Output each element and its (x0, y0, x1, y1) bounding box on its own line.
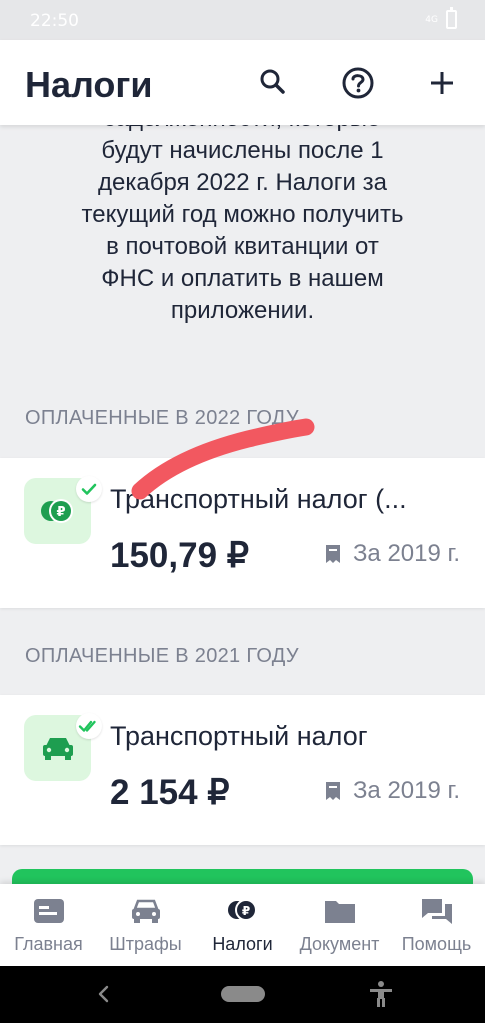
home-pill-button[interactable] (221, 986, 265, 1002)
info-line: будут начислены после 1 (101, 137, 384, 164)
tax-icon-tile (24, 713, 102, 781)
folder-icon (324, 901, 355, 923)
receipt-icon (325, 782, 340, 800)
svg-text:₽: ₽ (241, 904, 249, 918)
paid-badge (76, 476, 102, 502)
paid-badge (76, 713, 102, 739)
system-nav-bar (0, 966, 485, 1023)
nav-item-fines[interactable]: Штрафы (97, 884, 194, 966)
add-button[interactable] (421, 62, 463, 104)
help-button[interactable] (337, 62, 379, 104)
nav-label: Помощь (401, 934, 472, 954)
ruble-coins-icon: ₽ (227, 899, 257, 921)
info-line: приложении. (170, 297, 315, 324)
section-title-2021: ОПЛАЧЕННЫЕ В 2021 ГОДУ (25, 645, 299, 667)
card-period: За 2019 г. (325, 777, 460, 805)
car-icon (43, 738, 73, 760)
nav-label: Главная (14, 934, 83, 954)
help-icon (342, 67, 374, 99)
nav-label: Налоги (212, 934, 273, 954)
double-check-icon (78, 720, 96, 732)
ruble-coins-icon: ₽ (41, 499, 73, 523)
receipt-icon (325, 545, 340, 563)
nav-label: Штрафы (109, 934, 182, 954)
status-bar: 22:50 4G (0, 0, 485, 40)
status-time: 22:50 (30, 11, 79, 31)
chat-icon (421, 899, 452, 924)
check-icon (81, 483, 97, 495)
signal-icon: 4G (425, 14, 438, 25)
svg-text:₽: ₽ (56, 505, 65, 520)
search-icon (260, 69, 285, 94)
content-area[interactable]: задолженности, которые будут начислены п… (0, 125, 485, 895)
back-icon[interactable] (94, 984, 114, 1004)
info-line: текущий год можно получить (81, 201, 404, 228)
nav-item-taxes[interactable]: ₽ Налоги (194, 884, 291, 966)
nav-label: Документ (299, 934, 380, 954)
plus-icon (431, 72, 453, 94)
page-title: Налоги (25, 64, 153, 105)
search-button[interactable] (252, 62, 294, 104)
info-line: задолженности, которые (30, 125, 455, 135)
car-icon (131, 899, 160, 923)
tax-card-2021[interactable]: Транспортный налог 2 154 ₽ За 2019 г. (0, 695, 485, 845)
battery-icon (446, 7, 457, 29)
info-line: ФНС и оплатить в нашем (101, 265, 384, 292)
card-amount: 150,79 ₽ (110, 536, 250, 575)
card-title: Транспортный налог (110, 721, 368, 751)
info-line: декабря 2022 г. Налоги за (98, 169, 387, 196)
scribble-annotation (131, 418, 315, 500)
bottom-nav: Главная Штрафы ₽ Налоги Документ Помощь (0, 884, 485, 966)
nav-item-documents[interactable]: Документ (291, 884, 388, 966)
nav-item-home[interactable]: Главная (0, 884, 97, 966)
app-header: Налоги (0, 40, 485, 125)
card-amount: 2 154 ₽ (110, 773, 230, 812)
info-line: в почтовой квитанции от (106, 233, 379, 260)
card-period: За 2019 г. (325, 540, 460, 568)
nav-item-help[interactable]: Помощь (388, 884, 485, 966)
info-text: задолженности, которые будут начислены п… (30, 125, 455, 327)
status-icons: 4G (425, 7, 457, 29)
accessibility-icon[interactable] (368, 980, 394, 1008)
tax-icon-tile: ₽ (24, 476, 102, 544)
period-label: За 2019 г. (352, 777, 460, 804)
home-card-icon (33, 899, 64, 923)
period-label: За 2019 г. (352, 540, 460, 567)
